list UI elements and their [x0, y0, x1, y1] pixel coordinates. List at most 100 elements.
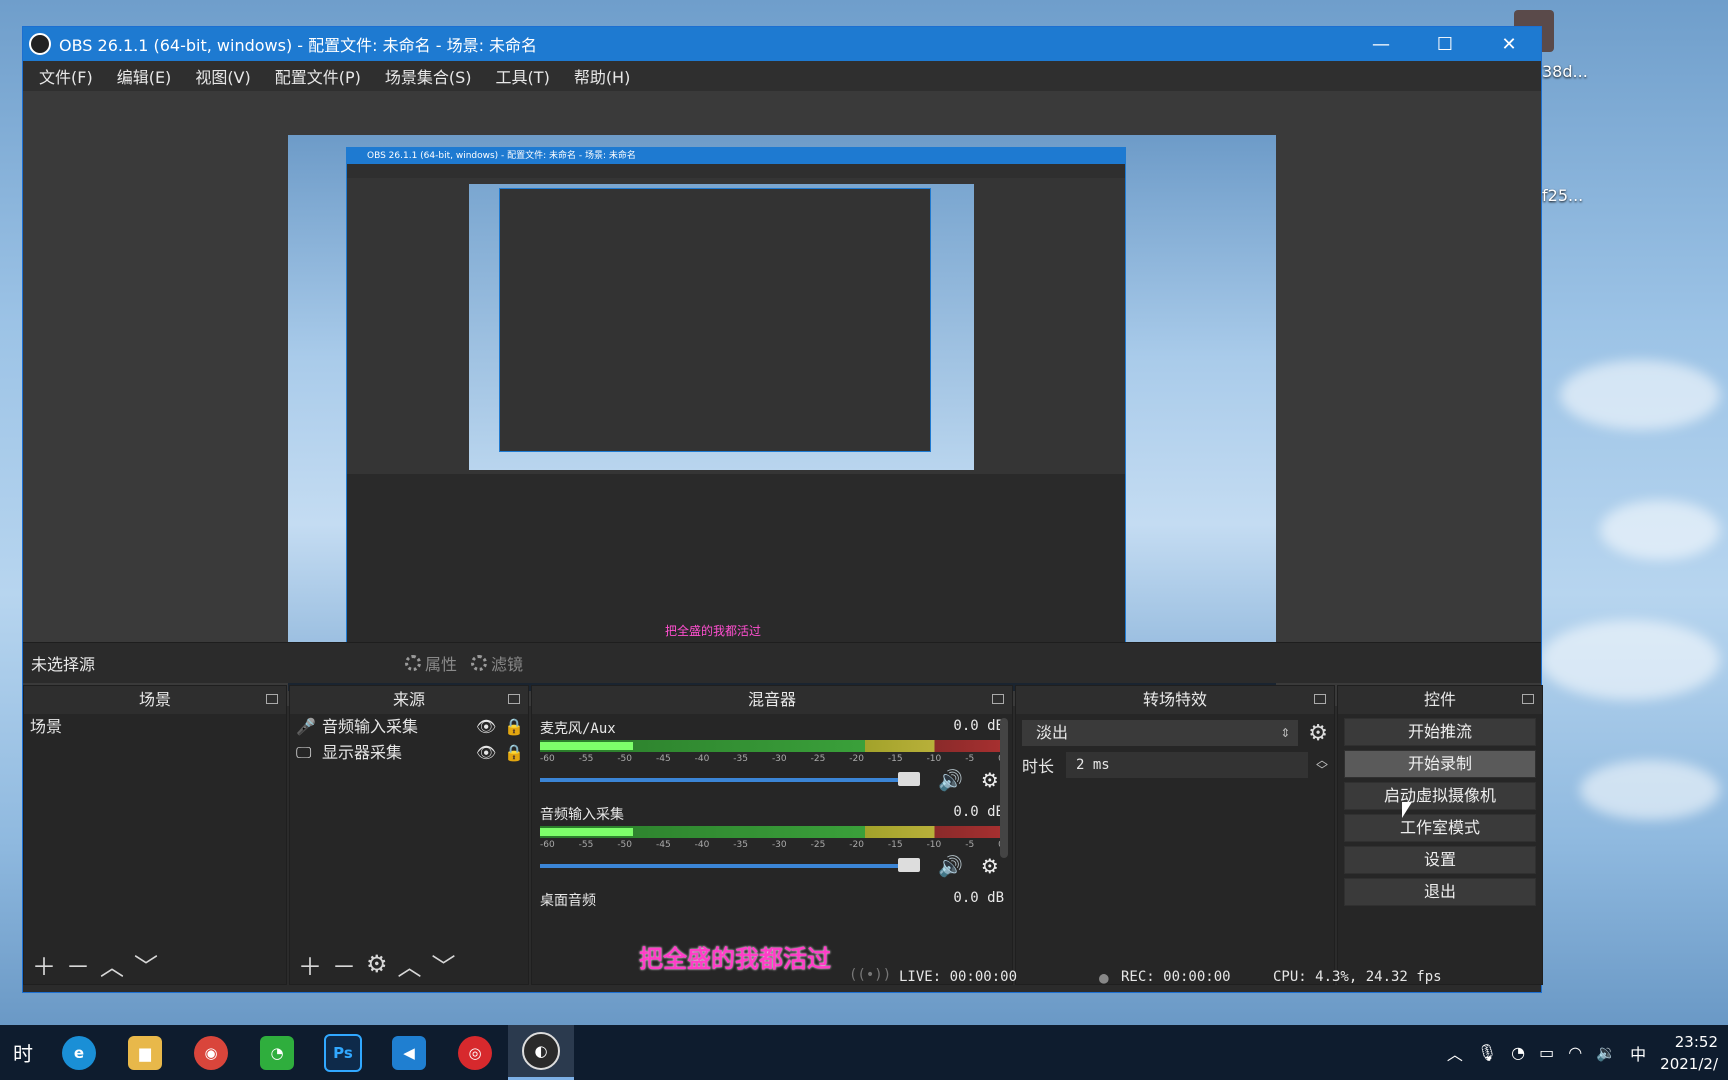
taskbar: 时 e ▆ ◉ ◔ Ps ◀ ◎ ◐ ︿ 🎙 ◔ ▭ ◠ 🔉 中 23:52 2…: [0, 1025, 1728, 1080]
no-source-selected-label: 未选择源: [31, 655, 96, 674]
start-streaming-button[interactable]: 开始推流: [1344, 718, 1536, 746]
filters-label: 滤镜: [491, 655, 524, 674]
chevron-up-icon[interactable]: ︿: [1447, 1041, 1463, 1065]
exit-button[interactable]: 退出: [1344, 878, 1536, 906]
desktop-file-label[interactable]: 38d...: [1542, 62, 1588, 81]
sources-title-label: 来源: [392, 690, 425, 709]
mouse-cursor-icon: [1402, 802, 1412, 818]
source-settings-gear-icon[interactable]: ⚙: [366, 950, 388, 978]
volume-slider[interactable]: 🔊 ⚙: [540, 768, 1012, 792]
clock[interactable]: 23:52 2021/2/: [1660, 1031, 1718, 1075]
gear-icon[interactable]: ⚙: [981, 854, 999, 878]
meter-level: [540, 742, 633, 750]
menu-view[interactable]: 视图(V): [183, 64, 262, 88]
taskbar-app[interactable]: ◎: [442, 1025, 508, 1080]
add-source-button[interactable]: ＋: [298, 947, 322, 982]
battery-icon[interactable]: ▭: [1539, 1043, 1554, 1062]
eye-icon[interactable]: 👁: [476, 714, 504, 740]
move-down-button[interactable]: ﹀: [432, 947, 456, 982]
eye-icon[interactable]: 👁: [476, 740, 504, 766]
settings-button[interactable]: 设置: [1344, 846, 1536, 874]
undock-icon[interactable]: [266, 694, 278, 704]
start-virtual-camera-button[interactable]: 启动虚拟摄像机: [1344, 782, 1536, 810]
taskbar-app[interactable]: Ps: [310, 1025, 376, 1080]
speaker-icon[interactable]: 🔊: [938, 854, 963, 878]
gear-icon[interactable]: ⚙: [981, 768, 999, 792]
mixer-scrollbar[interactable]: [1000, 718, 1008, 858]
obs-window: OBS 26.1.1 (64-bit, windows) - 配置文件: 未命名…: [22, 26, 1543, 993]
filter-icon: [471, 655, 488, 671]
menu-scene-collection[interactable]: 场景集合(S): [373, 64, 484, 88]
transition-selected: 淡出: [1036, 723, 1069, 742]
preview-canvas[interactable]: OBS 26.1.1 (64-bit, windows) - 配置文件: 未命名…: [288, 135, 1276, 691]
taskbar-app-active[interactable]: ◐: [508, 1025, 574, 1080]
scene-item[interactable]: 场景: [24, 714, 286, 740]
undock-icon[interactable]: [992, 694, 1004, 704]
taskbar-app[interactable]: ▆: [112, 1025, 178, 1080]
spinbox-arrows-icon[interactable]: ︿ ﹀: [1316, 754, 1328, 776]
maximize-button[interactable]: ☐: [1413, 27, 1477, 61]
nested-window-title: OBS 26.1.1 (64-bit, windows) - 配置文件: 未命名…: [347, 148, 1125, 164]
source-item[interactable]: 🖵 显示器采集 👁 🔒: [290, 740, 528, 766]
slider-handle[interactable]: [898, 772, 920, 786]
live-indicator-icon: ((•)): [849, 967, 892, 983]
lock-icon[interactable]: 🔒: [504, 714, 528, 740]
transitions-title: 转场特效: [1016, 686, 1334, 714]
taskbar-app[interactable]: e: [46, 1025, 112, 1080]
undock-icon[interactable]: [1314, 694, 1326, 704]
channel-db: 0.0 dB: [953, 718, 1004, 734]
source-item[interactable]: 🎤 音频输入采集 👁 🔒: [290, 714, 528, 740]
title-bar[interactable]: OBS 26.1.1 (64-bit, windows) - 配置文件: 未命名…: [23, 27, 1541, 61]
move-up-button[interactable]: ︿: [398, 947, 422, 982]
volume-icon[interactable]: 🔉: [1596, 1043, 1616, 1062]
move-down-button[interactable]: ﹀: [134, 947, 158, 982]
rec-indicator-icon: ●: [1099, 968, 1109, 987]
menu-edit[interactable]: 编辑(E): [105, 64, 184, 88]
volume-slider[interactable]: 🔊 ⚙: [540, 854, 1012, 878]
transition-select[interactable]: 淡出 ⇕: [1022, 720, 1299, 746]
cloud: [1580, 760, 1720, 820]
undock-icon[interactable]: [1522, 694, 1534, 704]
move-up-button[interactable]: ︿: [100, 947, 124, 982]
nested-obs-window: OBS 26.1.1 (64-bit, windows) - 配置文件: 未命名…: [346, 147, 1126, 647]
menu-tools[interactable]: 工具(T): [484, 64, 562, 88]
system-tray: ︿ 🎙 ◔ ▭ ◠ 🔉 中 23:52 2021/2/: [1447, 1025, 1728, 1080]
taskbar-app[interactable]: ◉: [178, 1025, 244, 1080]
wifi-icon[interactable]: ◠: [1568, 1043, 1582, 1062]
menu-help[interactable]: 帮助(H): [562, 64, 643, 88]
microphone-icon[interactable]: 🎙: [1477, 1043, 1497, 1062]
scenes-dock: 场景 场景 ＋ － ︿ ﹀: [23, 685, 287, 985]
add-scene-button[interactable]: ＋: [32, 947, 56, 982]
duration-label: 时长: [1022, 757, 1055, 776]
lock-icon[interactable]: 🔒: [504, 740, 528, 766]
cpu-status: CPU: 4.3%, 24.32 fps: [1273, 969, 1442, 985]
close-button[interactable]: ✕: [1477, 27, 1541, 61]
channel-name: 桌面音频: [540, 893, 596, 909]
gear-icon[interactable]: ⚙: [1308, 721, 1328, 746]
duration-input[interactable]: 2 ms: [1066, 752, 1308, 778]
meter-level: [540, 828, 633, 836]
remove-scene-button[interactable]: －: [66, 947, 90, 982]
desktop-file-label[interactable]: f25...: [1542, 186, 1583, 205]
menu-profile[interactable]: 配置文件(P): [263, 64, 373, 88]
filters-button[interactable]: 滤镜: [471, 651, 523, 675]
menu-file[interactable]: 文件(F): [27, 64, 105, 88]
wechat-tray-icon[interactable]: ◔: [1511, 1043, 1525, 1062]
start-recording-button[interactable]: 开始录制: [1344, 750, 1536, 778]
scenes-toolbar: ＋ － ︿ ﹀: [24, 944, 286, 984]
minimize-button[interactable]: —: [1349, 27, 1413, 61]
undock-icon[interactable]: [508, 694, 520, 704]
netease-music-icon: ◎: [458, 1035, 492, 1070]
slider-handle[interactable]: [898, 858, 920, 872]
properties-button[interactable]: 属性: [405, 651, 457, 675]
speaker-icon[interactable]: 🔊: [938, 768, 963, 792]
remove-source-button[interactable]: －: [332, 947, 356, 982]
taskbar-app[interactable]: ◔: [244, 1025, 310, 1080]
window-title: OBS 26.1.1 (64-bit, windows) - 配置文件: 未命名…: [59, 36, 538, 55]
clock-time: 23:52: [1674, 1032, 1718, 1051]
channel-db: 0.0 dB: [953, 804, 1004, 820]
studio-mode-button[interactable]: 工作室模式: [1344, 814, 1536, 842]
taskbar-app[interactable]: ◀: [376, 1025, 442, 1080]
scenes-title-label: 场景: [138, 690, 171, 709]
ime-indicator[interactable]: 中: [1630, 1041, 1646, 1065]
